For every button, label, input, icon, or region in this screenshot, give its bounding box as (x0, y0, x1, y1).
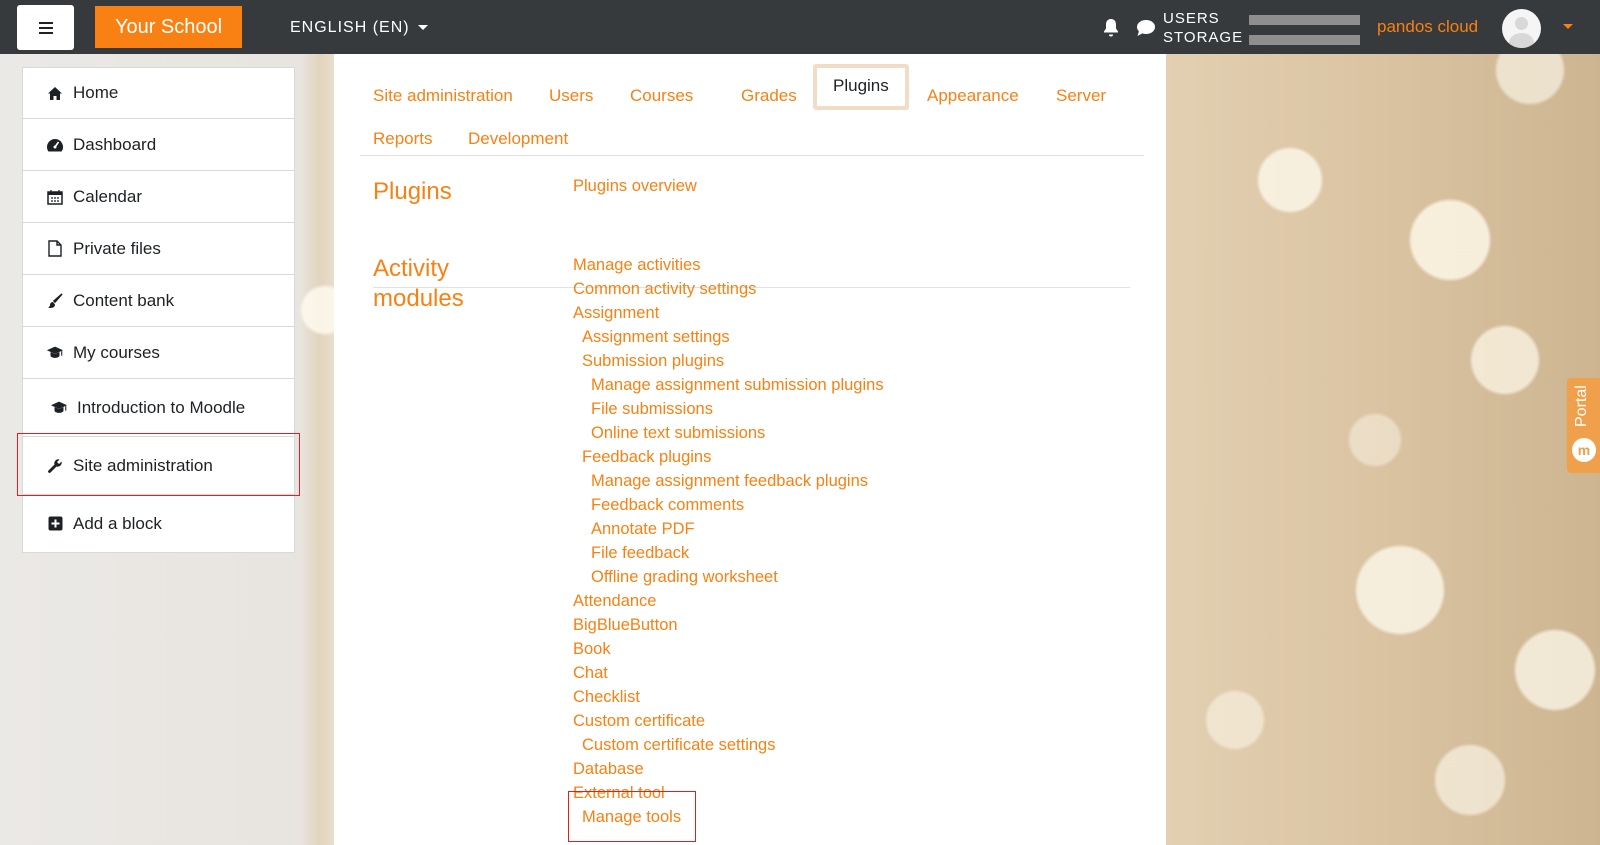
sidebar-item-introduction-to-moodle[interactable]: Introduction to Moodle (22, 379, 295, 437)
users-quota-label: USERS (1163, 10, 1220, 27)
section-title-line: Activity (373, 255, 450, 282)
sidebar-item-label: Home (73, 83, 119, 102)
sidebar-item-my-courses[interactable]: My courses (22, 327, 295, 379)
sidebar-item-home[interactable]: Home (22, 67, 295, 119)
site-brand[interactable]: Your School (95, 6, 242, 48)
link-manage-assignment-submission-plugins[interactable]: Manage assignment submission plugins (591, 375, 884, 395)
tab-server[interactable]: Server (1056, 86, 1106, 106)
users-quota-bar (1249, 15, 1360, 25)
link-assignment-settings[interactable]: Assignment settings (582, 327, 730, 347)
link-annotate-pdf[interactable]: Annotate PDF (591, 519, 695, 539)
sidebar-item-label: My courses (73, 342, 160, 362)
link-feedback-comments[interactable]: Feedback comments (591, 495, 744, 515)
link-plugins-overview[interactable]: Plugins overview (573, 176, 697, 196)
link-offline-grading-worksheet[interactable]: Offline grading worksheet (591, 567, 778, 587)
paintbrush-icon (46, 292, 64, 310)
portal-tab[interactable]: Portal m (1567, 378, 1600, 473)
drawer-toggle-button[interactable] (17, 5, 74, 50)
hamburger-icon (38, 21, 53, 34)
tab-users[interactable]: Users (549, 86, 593, 106)
sidebar-item-private-files[interactable]: Private files (22, 223, 295, 275)
sidebar-item-label: Private files (73, 238, 161, 258)
link-submission-plugins[interactable]: Submission plugins (582, 351, 724, 371)
admin-tabs: Site administration Users Courses Grades… (360, 64, 1144, 156)
link-bigbluebutton[interactable]: BigBlueButton (573, 615, 678, 635)
link-online-text-submissions[interactable]: Online text submissions (591, 423, 765, 443)
link-common-activity-settings[interactable]: Common activity settings (573, 279, 756, 299)
graduation-cap-icon (50, 399, 68, 417)
language-menu[interactable]: ENGLISH (EN) (290, 18, 428, 38)
link-feedback-plugins[interactable]: Feedback plugins (582, 447, 711, 467)
tab-site-administration[interactable]: Site administration (373, 86, 513, 106)
sidebar-item-label: Introduction to Moodle (77, 397, 246, 417)
sidebar-item-add-a-block[interactable]: Add a block (22, 495, 295, 553)
language-label: ENGLISH (EN) (290, 19, 410, 36)
link-attendance[interactable]: Attendance (573, 591, 656, 611)
tab-courses[interactable]: Courses (630, 86, 693, 106)
link-book[interactable]: Book (573, 639, 611, 659)
sidebar-item-label: Content bank (73, 290, 175, 310)
section-title-line: modules (373, 285, 464, 312)
user-avatar[interactable] (1502, 9, 1541, 48)
storage-quota-label: STORAGE (1163, 29, 1244, 46)
link-manage-activities[interactable]: Manage activities (573, 255, 700, 275)
tab-development[interactable]: Development (468, 129, 568, 149)
link-manage-assignment-feedback-plugins[interactable]: Manage assignment feedback plugins (591, 471, 868, 491)
sidebar-item-label: Dashboard (73, 134, 157, 154)
link-chat[interactable]: Chat (573, 663, 608, 683)
chevron-down-icon (417, 25, 428, 31)
link-custom-certificate-settings[interactable]: Custom certificate settings (582, 735, 776, 755)
storage-quota-bar (1249, 35, 1360, 45)
quota-labels: USERS STORAGE (1163, 9, 1243, 47)
sidebar-item-label: Calendar (73, 186, 142, 206)
section-title-plugins: Plugins (373, 178, 452, 205)
dashboard-icon (46, 136, 64, 154)
tab-plugins[interactable]: Plugins (813, 64, 909, 110)
tab-appearance[interactable]: Appearance (927, 86, 1019, 106)
top-navbar: Your School ENGLISH (EN) USERS STORAGE p… (0, 0, 1600, 54)
file-icon (46, 240, 64, 258)
cloud-logo-icon: m (1572, 438, 1596, 462)
link-file-feedback[interactable]: File feedback (591, 543, 689, 563)
site-administration-highlight (17, 433, 300, 496)
avatar-head (1515, 17, 1528, 30)
tenant-name[interactable]: pandos cloud (1377, 17, 1478, 37)
sidebar-item-label: Add a block (73, 513, 162, 533)
sidebar-item-content-bank[interactable]: Content bank (22, 275, 295, 327)
user-menu-chevron-icon[interactable] (1563, 24, 1573, 29)
link-assignment[interactable]: Assignment (573, 303, 659, 323)
avatar-body (1509, 33, 1534, 48)
sidebar-item-calendar[interactable]: Calendar (22, 171, 295, 223)
external-tool-highlight (568, 791, 696, 842)
main-content: Site administration Users Courses Grades… (334, 54, 1166, 845)
chat-icon[interactable] (1136, 19, 1156, 37)
home-icon (46, 84, 64, 102)
plus-square-icon (46, 515, 64, 533)
portal-tab-label: Portal (1573, 385, 1590, 427)
tab-reports[interactable]: Reports (373, 129, 433, 149)
bell-icon[interactable] (1102, 18, 1120, 38)
calendar-icon (46, 188, 64, 206)
link-database[interactable]: Database (573, 759, 644, 779)
link-file-submissions[interactable]: File submissions (591, 399, 713, 419)
graduation-cap-icon (46, 344, 64, 362)
sidebar-item-dashboard[interactable]: Dashboard (22, 119, 295, 171)
section-title-activity-modules: Activity modules (373, 254, 464, 314)
link-checklist[interactable]: Checklist (573, 687, 640, 707)
link-custom-certificate[interactable]: Custom certificate (573, 711, 705, 731)
tab-grades[interactable]: Grades (741, 86, 797, 106)
